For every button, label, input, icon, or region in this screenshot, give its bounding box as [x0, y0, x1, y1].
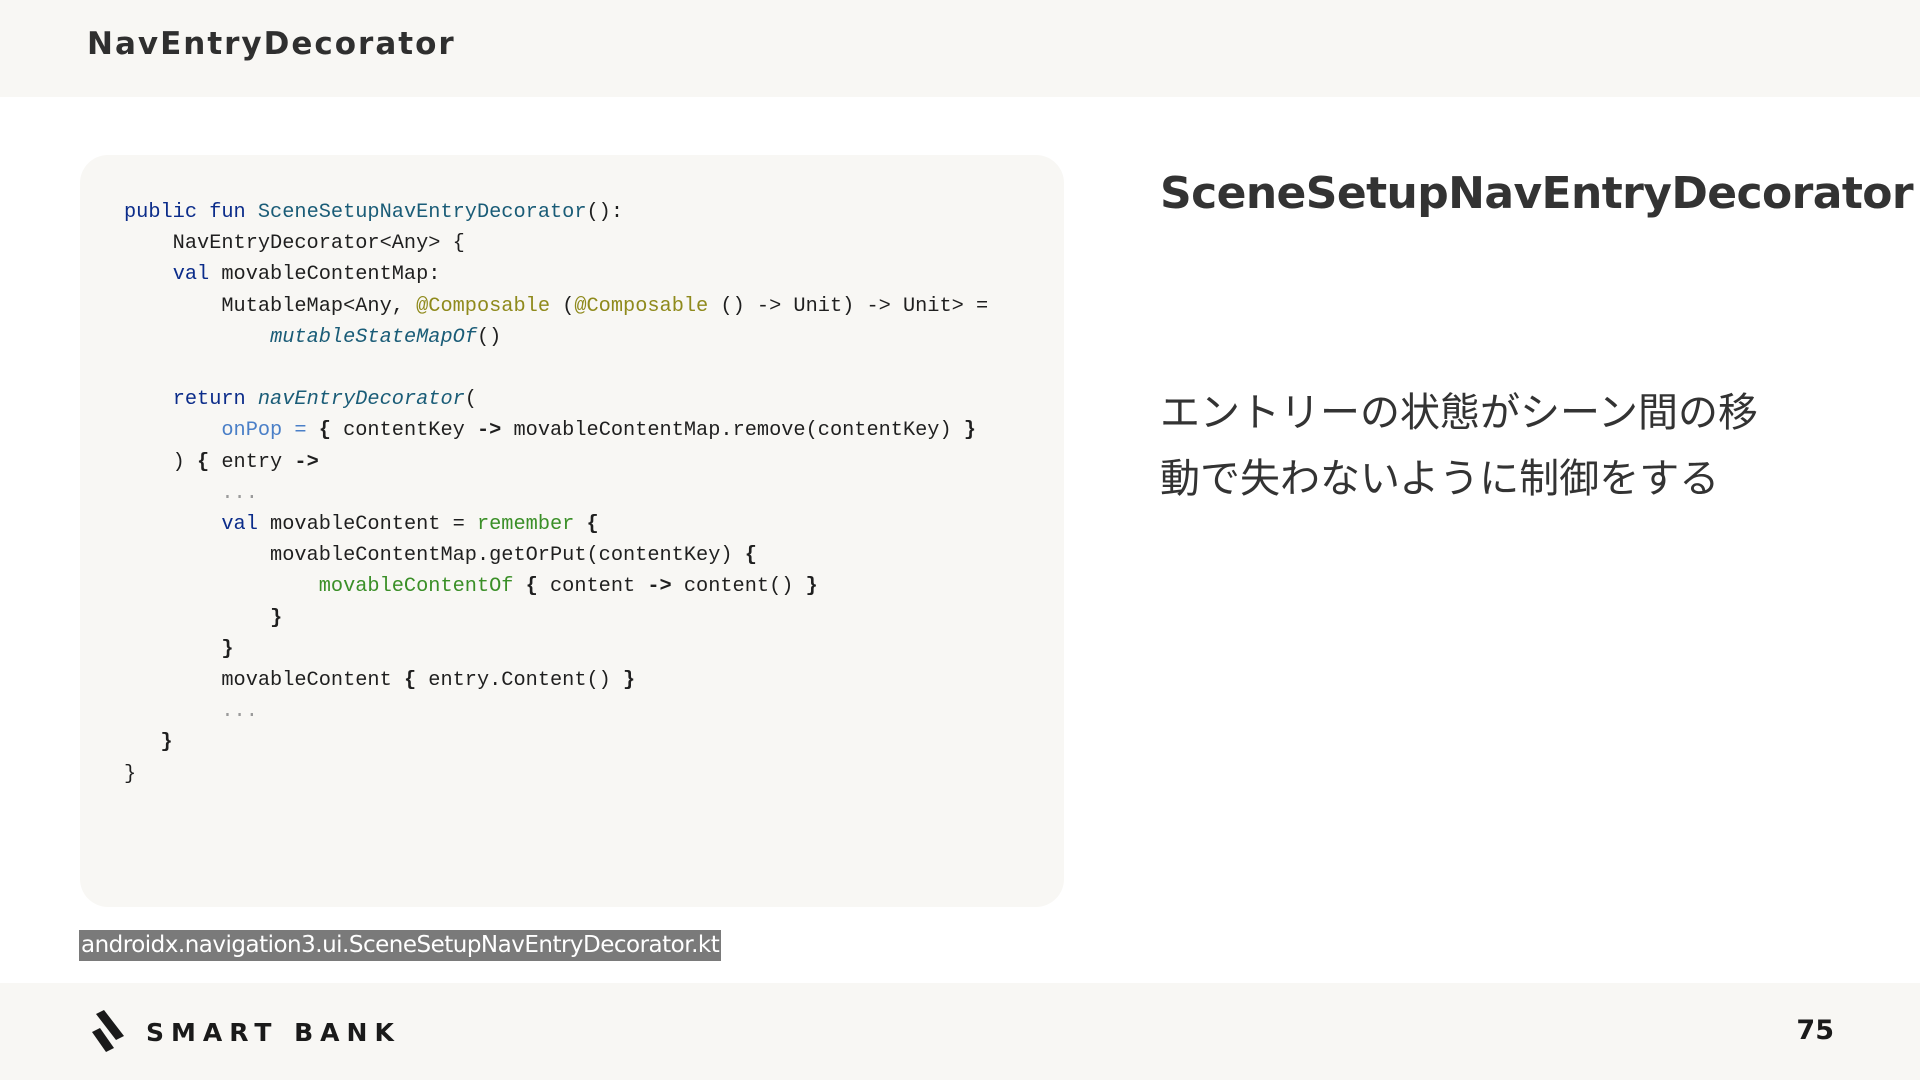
code-line: ) { entry -> — [124, 447, 988, 478]
code-token: -> — [294, 450, 319, 474]
code-token: public — [124, 201, 198, 224]
code-line: } — [124, 634, 988, 665]
code-line: } — [124, 727, 988, 758]
code-token: { — [744, 544, 757, 568]
code-token: remember — [476, 513, 575, 537]
code-token: return — [172, 388, 246, 412]
code-token: movableContentMap: — [209, 263, 441, 287]
code-line: ... — [124, 696, 988, 727]
code-token: @Composable — [574, 294, 709, 318]
source-file-caption: androidx.navigation3.ui.SceneSetupNavEnt… — [79, 930, 722, 961]
code-line: val movableContentMap: — [124, 259, 988, 290]
side-description-line: 動で失わないように制御をする — [1160, 456, 1720, 502]
smart-bank-logo: SMART BANK — [90, 1010, 401, 1054]
side-title: SceneSetupNavEntryDecorator — [1160, 168, 1914, 219]
code-token: ... — [221, 481, 258, 505]
code-token: -> — [476, 419, 502, 443]
code-token: navEntryDecorator — [257, 388, 465, 412]
code-token: } — [805, 575, 818, 599]
code-line: val movableContent = remember { — [124, 509, 988, 540]
code-line: return navEntryDecorator( — [124, 384, 988, 415]
code-line: ... — [124, 478, 988, 509]
code-line: movableContent { entry.Content() } — [124, 665, 988, 696]
slide-header: NavEntryDecorator — [0, 0, 1920, 97]
code-token: ... — [221, 700, 258, 724]
code-token: } — [623, 669, 636, 693]
code-token: { — [586, 513, 599, 537]
code-token: onPop = — [221, 419, 307, 443]
code-line: onPop = { contentKey -> movableContentMa… — [124, 415, 988, 446]
logo-wordmark: SMART BANK — [146, 1017, 401, 1047]
code-token: } — [270, 606, 283, 630]
code-token: { — [525, 575, 538, 599]
code-token: } — [963, 419, 976, 443]
code-token: { — [318, 419, 331, 443]
side-description: エントリーの状態がシーン間の移 動で失わないように制御をする — [1160, 380, 1850, 512]
code-line: } — [124, 759, 988, 790]
page-number: 75 — [1796, 1015, 1834, 1046]
code-token: SceneSetupNavEntryDecorator — [257, 201, 587, 224]
code-token: @Composable — [416, 294, 550, 318]
code-token: } — [124, 762, 137, 786]
code-token: movableContent = — [257, 513, 477, 537]
code-token: content() — [671, 575, 806, 599]
code-token: () — [476, 325, 502, 349]
code-card: public fun SceneSetupNavEntryDecorator()… — [80, 155, 1064, 907]
code-line: NavEntryDecorator<Any> { — [124, 228, 988, 259]
code-token: } — [160, 731, 173, 755]
code-token: ( — [464, 388, 477, 412]
header-title: NavEntryDecorator — [87, 26, 456, 62]
code-token: mutableStateMapOf — [270, 325, 477, 349]
code-token: (): — [586, 201, 624, 224]
code-token: movableContentMap.remove(contentKey) — [501, 419, 964, 443]
code-line: public fun SceneSetupNavEntryDecorator()… — [124, 197, 988, 228]
code-line: MutableMap<Any, @Composable (@Composable… — [124, 291, 988, 322]
code-token: } — [221, 637, 234, 661]
side-description-line: エントリーの状態がシーン間の移 — [1160, 390, 1758, 436]
code-token: NavEntryDecorator<Any> { — [124, 232, 465, 256]
code-line: movableContentMap.getOrPut(contentKey) { — [124, 540, 988, 571]
code-line: ​ — [124, 353, 988, 384]
code-token: ( — [550, 294, 575, 318]
code-token: movableContentOf — [318, 575, 514, 599]
code-token: movableContent — [124, 669, 404, 693]
smart-bank-mark-icon — [92, 1010, 124, 1052]
code-line: movableContentOf { content -> content() … — [124, 571, 988, 602]
code-token: val — [172, 263, 210, 287]
code-line: mutableStateMapOf() — [124, 322, 988, 353]
code-token: content — [537, 575, 648, 599]
code-token: ) — [124, 450, 198, 474]
code-token: fun — [209, 201, 246, 224]
code-token: val — [221, 513, 258, 537]
code-token: entry — [209, 450, 295, 474]
code-token: -> — [647, 575, 672, 599]
code-token: movableContentMap.getOrPut(contentKey) — [124, 544, 745, 568]
code-token: MutableMap<Any, — [124, 294, 417, 318]
code-token: { — [197, 450, 210, 474]
code-token: () -> Unit) -> Unit> = — [708, 294, 989, 318]
code-token: { — [403, 669, 417, 693]
code-block: public fun SceneSetupNavEntryDecorator()… — [124, 197, 988, 790]
code-token: contentKey — [330, 419, 477, 443]
code-token: entry.Content() — [416, 669, 624, 693]
code-line: } — [124, 603, 988, 634]
